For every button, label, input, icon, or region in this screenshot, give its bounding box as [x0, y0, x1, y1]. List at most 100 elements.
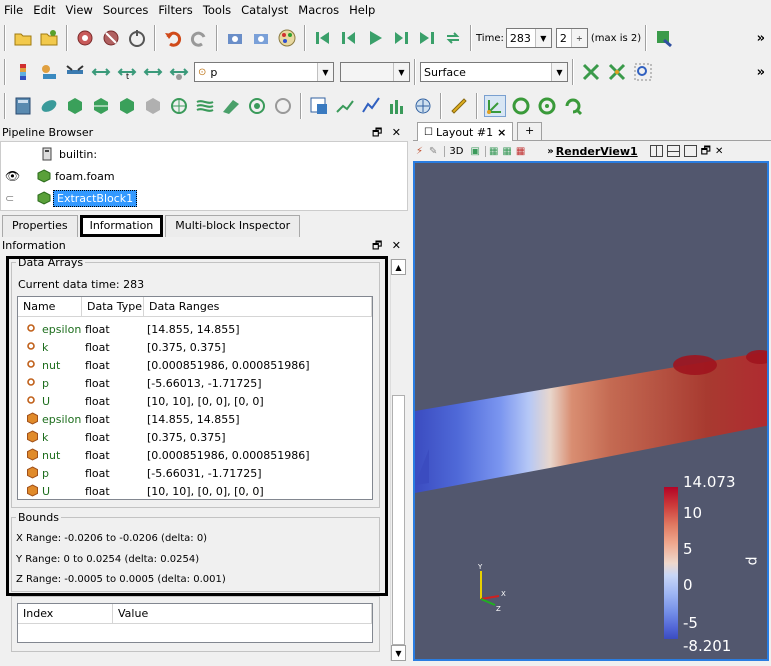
tab-multiblock-inspector[interactable]: Multi-block Inspector [165, 215, 301, 237]
time-select[interactable]: 283 ▼ [505, 28, 552, 48]
close-view-icon[interactable]: ✕ [715, 146, 723, 157]
camera-redo-icon[interactable] [250, 27, 272, 49]
plot-over-line-icon[interactable] [334, 95, 356, 117]
pipeline-item-builtin[interactable]: builtin: [41, 145, 97, 163]
maximize-icon[interactable] [683, 145, 697, 157]
toggle-3d-button[interactable]: 3D [444, 145, 463, 157]
select-cells-icon[interactable] [580, 61, 602, 83]
rotate-view-icon[interactable] [562, 95, 584, 117]
menu-edit[interactable]: Edit [33, 3, 55, 17]
center-axes-icon[interactable] [484, 95, 506, 117]
color-palette-icon[interactable] [276, 27, 298, 49]
calculator-icon[interactable] [12, 95, 34, 117]
group-datasets-icon[interactable] [246, 95, 268, 117]
contour-icon[interactable] [38, 95, 60, 117]
select-points-icon[interactable] [606, 61, 628, 83]
histogram-icon[interactable] [386, 95, 408, 117]
rescale-temporal-range-icon[interactable] [168, 61, 190, 83]
toolbar-overflow-icon[interactable]: » [757, 65, 765, 80]
tab-layout-1[interactable]: ☐ Layout #1 × [417, 122, 514, 141]
pipeline-item-extractblock[interactable]: ⊂ ExtractBlock1 [5, 189, 138, 207]
tab-properties[interactable]: Properties [2, 215, 78, 237]
open-folder-icon[interactable] [12, 27, 34, 49]
reset-session-icon[interactable] [126, 27, 148, 49]
toolbar-row-3 [0, 88, 771, 124]
ruler-icon[interactable] [448, 95, 470, 117]
threshold-icon[interactable] [116, 95, 138, 117]
render-canvas[interactable]: Y X Z [415, 163, 769, 661]
spreadsheet-view-icon[interactable] [308, 95, 330, 117]
info-scrollbar[interactable]: ▲ ▼ [390, 259, 406, 661]
slice-icon[interactable] [90, 95, 112, 117]
representation-select[interactable]: Surface ▼ [420, 62, 568, 82]
stream-tracer-icon[interactable] [194, 95, 216, 117]
time-index-spinner[interactable]: 2 ÷ [555, 28, 588, 48]
reset-center-icon[interactable] [510, 95, 532, 117]
split-vertical-icon[interactable] [666, 145, 680, 157]
menu-help[interactable]: Help [349, 3, 375, 17]
first-frame-icon[interactable] [312, 27, 334, 49]
capture-screenshot-icon[interactable]: ▣ [470, 146, 479, 157]
menu-macros[interactable]: Macros [298, 3, 339, 17]
scroll-down-icon[interactable]: ▼ [391, 645, 406, 661]
previous-frame-icon[interactable] [338, 27, 360, 49]
toolbar-separator [572, 59, 574, 85]
redo-icon[interactable] [188, 27, 210, 49]
split-horizontal-icon[interactable] [649, 145, 663, 157]
extract-level-icon[interactable] [272, 95, 294, 117]
rescale-custom-time-range-icon[interactable]: t [116, 61, 138, 83]
eye-visible-icon[interactable]: 👁 [5, 169, 23, 183]
menu-filters[interactable]: Filters [158, 3, 192, 17]
camera-undo-icon[interactable] [224, 27, 246, 49]
pick-center-icon[interactable] [536, 95, 558, 117]
menu-catalyst[interactable]: Catalyst [241, 3, 288, 17]
disconnect-icon[interactable] [100, 27, 122, 49]
interaction-icon[interactable]: ✎ [429, 146, 437, 157]
menu-sources[interactable]: Sources [103, 3, 149, 17]
pipeline-item-foam[interactable]: 👁 foam.foam [5, 167, 115, 185]
rescale-custom-range-icon[interactable] [90, 61, 112, 83]
glyph-icon[interactable] [168, 95, 190, 117]
edit-color-map-icon[interactable] [38, 61, 60, 83]
next-frame-icon[interactable] [390, 27, 412, 49]
warp-by-vector-icon[interactable] [220, 95, 242, 117]
menu-file[interactable]: File [4, 3, 23, 17]
plot-data-icon[interactable] [360, 95, 382, 117]
undo-icon[interactable] [162, 27, 184, 49]
eye-hidden-icon[interactable]: ⊂ [5, 192, 23, 205]
menu-view[interactable]: View [66, 3, 93, 17]
tab-information[interactable]: Information [79, 215, 164, 237]
save-state-icon[interactable] [38, 27, 60, 49]
scroll-up-icon[interactable]: ▲ [391, 259, 406, 275]
select-points-on-icon[interactable]: ▦ [502, 146, 511, 157]
menu-tools[interactable]: Tools [203, 3, 231, 17]
play-icon[interactable] [364, 27, 386, 49]
toolbar-overflow-icon[interactable]: » [757, 31, 765, 46]
toolbar-separator [476, 93, 478, 119]
probe-location-icon[interactable] [412, 95, 434, 117]
restore-icon[interactable]: 🗗 [701, 142, 711, 161]
last-frame-icon[interactable] [416, 27, 438, 49]
scroll-track[interactable] [392, 275, 405, 395]
chevron-down-icon: ▼ [551, 63, 567, 81]
select-blocks-icon[interactable]: ▦ [516, 146, 525, 157]
render-view-label[interactable]: RenderView1 [556, 145, 638, 158]
custom-filter-icon[interactable] [653, 27, 675, 49]
connect-icon[interactable] [74, 27, 96, 49]
select-cells-on-icon[interactable]: ▦ [484, 145, 498, 157]
loop-icon[interactable] [442, 27, 464, 49]
clip-icon[interactable] [64, 95, 86, 117]
zoom-to-box-icon[interactable] [632, 61, 654, 83]
scroll-thumb[interactable] [392, 395, 405, 645]
toggle-color-legend-icon[interactable] [12, 61, 34, 83]
camera-link-icon[interactable]: ⚡ [416, 146, 423, 157]
component-select[interactable]: ▼ [340, 62, 410, 82]
rescale-data-range-icon[interactable] [64, 61, 86, 83]
close-icon[interactable]: × [497, 126, 506, 139]
new-layout-tab[interactable]: + [517, 122, 543, 141]
extract-subset-icon[interactable] [142, 95, 164, 117]
render-view[interactable]: Y X Z 14.073 10 5 0 -5 -8.201 p [413, 161, 769, 661]
rescale-visible-range-icon[interactable] [142, 61, 164, 83]
layout-window-icon: ☐ [424, 126, 433, 138]
variable-select[interactable]: ⊙ p ▼ [194, 62, 334, 82]
